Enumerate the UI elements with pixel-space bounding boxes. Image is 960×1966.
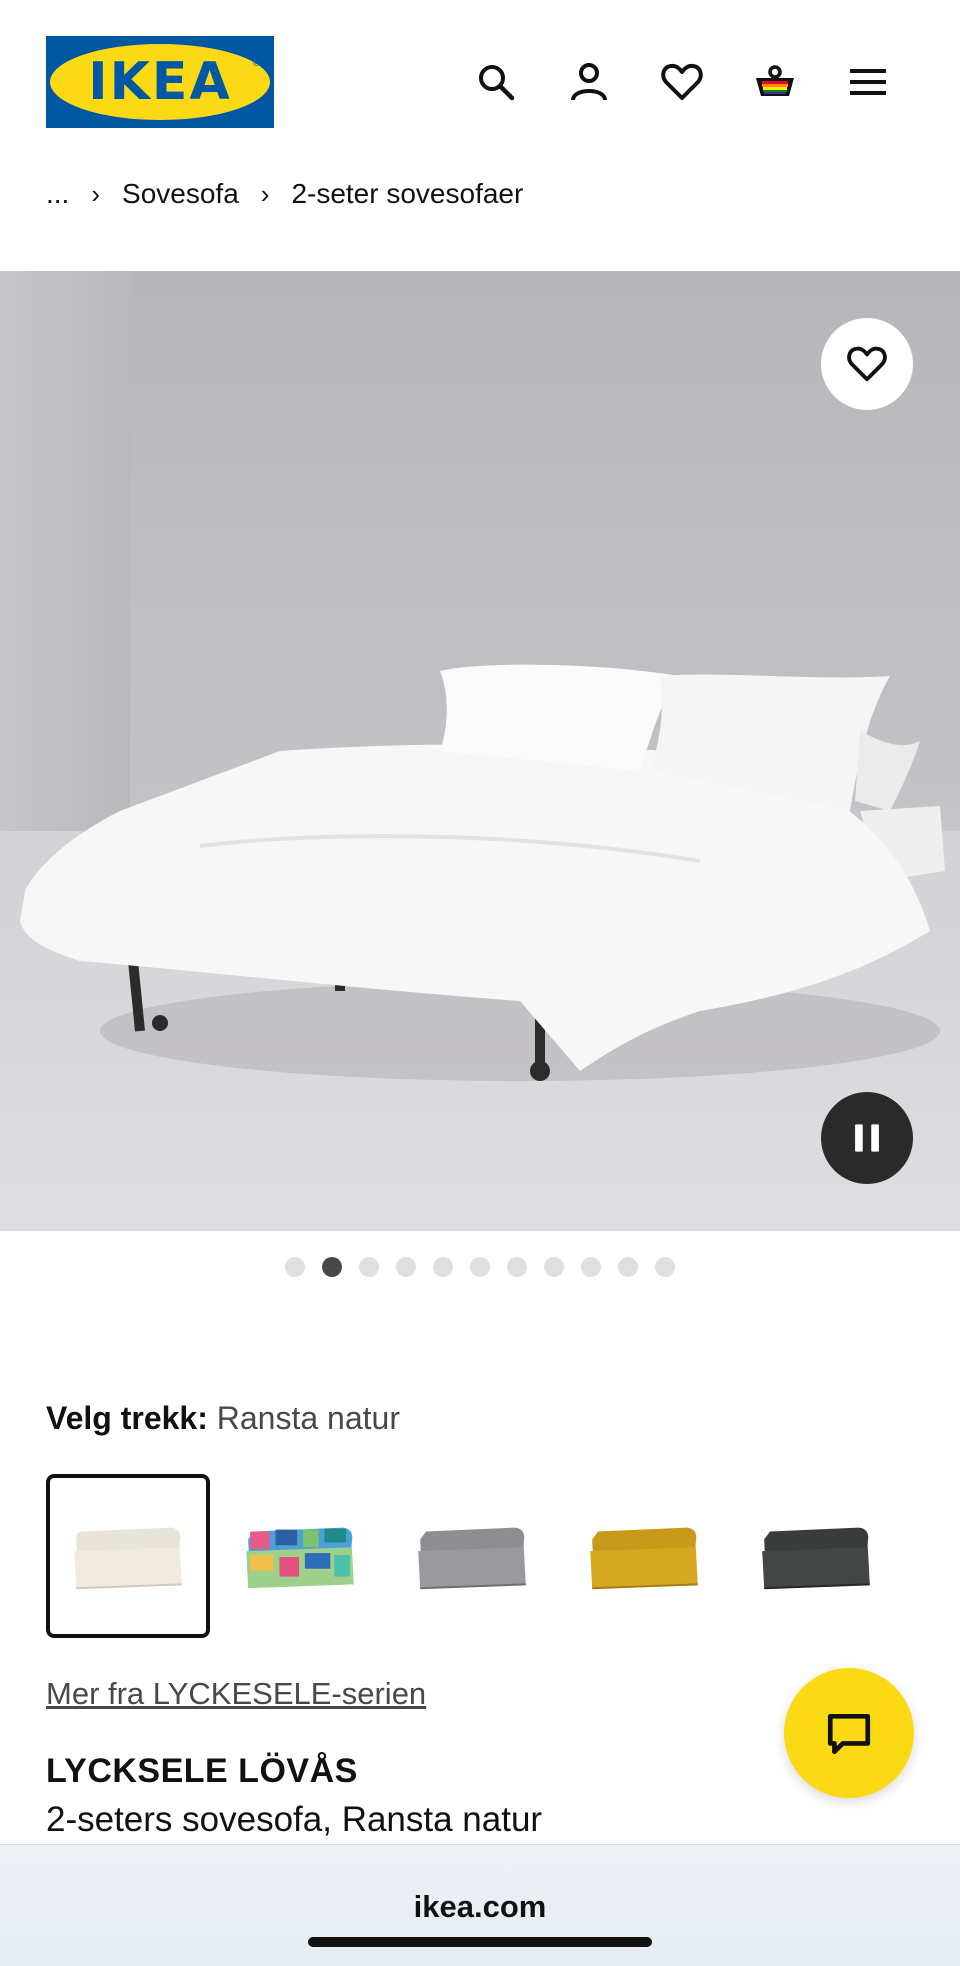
save-to-favourites-button[interactable] <box>821 318 913 410</box>
menu-icon[interactable] <box>842 56 894 108</box>
cover-swatches <box>46 1474 916 1638</box>
account-icon[interactable] <box>563 56 615 108</box>
breadcrumb-item-sovesofa[interactable]: Sovesofa <box>122 178 239 210</box>
chat-button[interactable] <box>784 1668 914 1798</box>
cover-selector-label: Velg trekk: Ransta natur <box>46 1400 400 1437</box>
series-link[interactable]: Mer fra LYCKESELE-serien <box>46 1676 426 1712</box>
pagination-dot[interactable] <box>507 1257 527 1277</box>
home-indicator[interactable] <box>308 1937 652 1947</box>
pause-icon <box>855 1124 879 1152</box>
cart-icon[interactable] <box>749 56 801 108</box>
chevron-right-icon: › <box>260 178 270 209</box>
chevron-right-icon: › <box>91 178 101 209</box>
pagination-dot[interactable] <box>581 1257 601 1277</box>
pagination-dot[interactable] <box>544 1257 564 1277</box>
swatch-grey[interactable] <box>390 1474 554 1638</box>
breadcrumb: ... › Sovesofa › 2-seter sovesofaer <box>46 176 523 212</box>
swatch-multicolor[interactable] <box>218 1474 382 1638</box>
sofa-thumbnail <box>246 1527 354 1589</box>
product-name: LYCKSELE LÖVÅS <box>46 1752 358 1790</box>
breadcrumb-ellipsis[interactable]: ... <box>46 178 69 210</box>
logo-text: IKEA <box>88 52 232 112</box>
pagination-dot[interactable] <box>285 1257 305 1277</box>
sofa-thumbnail <box>590 1527 698 1590</box>
pagination-dot[interactable] <box>322 1257 342 1277</box>
product-description: 2-seters sovesofa, Ransta natur <box>46 1800 543 1839</box>
sofa-bed-image <box>20 664 945 1081</box>
sofa-thumbnail <box>418 1527 526 1590</box>
pagination-dot[interactable] <box>618 1257 638 1277</box>
swatch-ransta-natur[interactable] <box>46 1474 210 1638</box>
logo-registered-mark: ® <box>252 58 260 69</box>
heart-icon[interactable] <box>656 56 708 108</box>
swatch-dark-grey[interactable] <box>734 1474 898 1638</box>
site-header: IKEA ® <box>0 0 960 150</box>
pause-slideshow-button[interactable] <box>821 1092 913 1184</box>
pagination-dot[interactable] <box>359 1257 379 1277</box>
browser-address-bar[interactable]: ikea.com <box>0 1844 960 1966</box>
swatch-yellow[interactable] <box>562 1474 726 1638</box>
breadcrumb-item-2-seter[interactable]: 2-seter sovesofaer <box>291 178 523 210</box>
pagination-dot[interactable] <box>470 1257 490 1277</box>
sofa-thumbnail <box>74 1527 182 1590</box>
selector-title: Velg trekk: <box>46 1400 208 1436</box>
pagination-dot[interactable] <box>433 1257 453 1277</box>
chat-icon <box>827 1713 871 1755</box>
pagination-dot[interactable] <box>396 1257 416 1277</box>
sofa-thumbnail <box>762 1527 870 1590</box>
product-image-gallery[interactable] <box>0 271 960 1231</box>
pagination-dot[interactable] <box>655 1257 675 1277</box>
heart-icon <box>847 346 887 382</box>
ikea-logo[interactable]: IKEA ® <box>46 36 274 128</box>
selector-value: Ransta natur <box>216 1400 400 1436</box>
gallery-pagination <box>0 1257 960 1277</box>
url-text[interactable]: ikea.com <box>0 1889 960 1925</box>
search-icon[interactable] <box>470 56 522 108</box>
